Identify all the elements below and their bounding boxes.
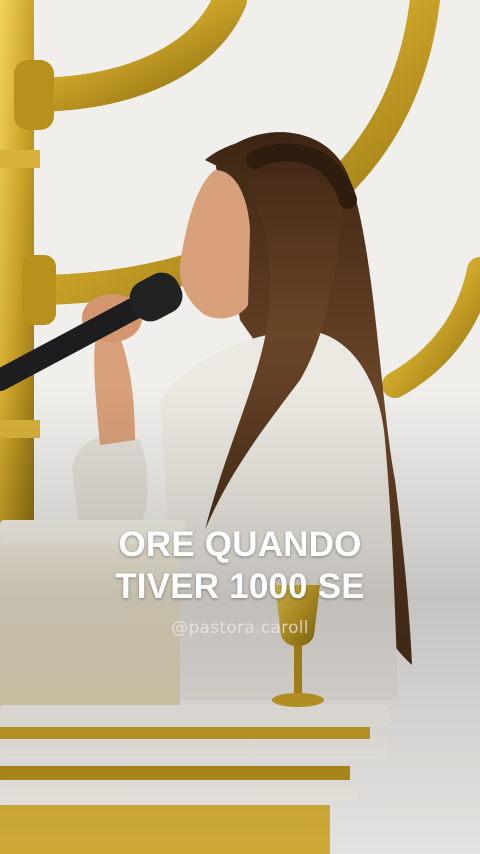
video-frame: ORE QUANDO TIVER 1000 SE @pastora.caroll (0, 0, 480, 854)
watermark-handle: @pastora.caroll (171, 618, 309, 638)
caption-line-2: TIVER 1000 SE (115, 567, 365, 606)
caption-text: ORE QUANDO TIVER 1000 SE (0, 524, 480, 608)
caption-shade (0, 0, 480, 854)
scene-illustration (0, 0, 480, 854)
caption-line-1: ORE QUANDO (118, 525, 362, 564)
